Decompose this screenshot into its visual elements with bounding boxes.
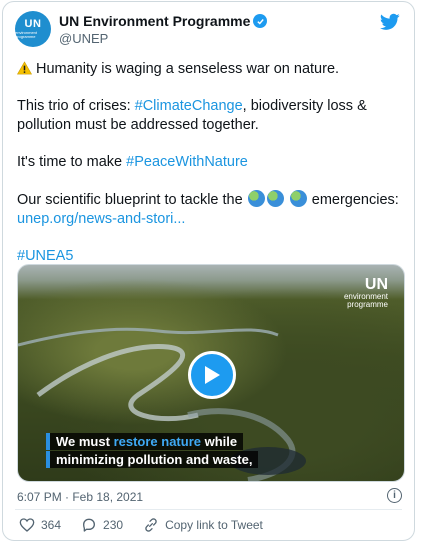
video-caption: We must restore nature while minimizing … [46, 433, 259, 469]
timestamp[interactable]: 6:07 PM · Feb 18, 2021 [17, 490, 143, 504]
caption-1-a: We must [56, 434, 114, 449]
divider [15, 509, 402, 510]
reply-icon [83, 518, 96, 532]
link-icon [145, 518, 157, 532]
globe-africa-icon [266, 190, 284, 207]
account-names: UN Environment Programme @UNEP [59, 13, 268, 46]
copy-link-label: Copy link to Tweet [165, 518, 263, 532]
tweet-card: UN environment programme UN Environment … [2, 1, 415, 541]
video-player[interactable]: UN environment programme We must restore… [17, 264, 405, 482]
avatar[interactable]: UN environment programme [15, 11, 51, 47]
unep-link[interactable]: unep.org/news-and-stori... [17, 211, 185, 227]
avatar-text: UN [24, 18, 42, 30]
reply-button[interactable]: 230 [81, 517, 123, 533]
tweet-line-2-a: This trio of crises: [17, 98, 135, 114]
caption-line-1: We must restore nature while [46, 433, 244, 450]
video-brand-logo: UN environment programme [344, 277, 388, 309]
handle[interactable]: @UNEP [59, 31, 267, 46]
tweet-line-2: This trio of crises: #ClimateChange, bio… [17, 97, 401, 135]
info-icon[interactable]: i [387, 488, 402, 503]
tweet-line-1: Humanity is waging a senseless war on na… [17, 60, 401, 79]
like-count: 364 [41, 518, 62, 532]
tweet-line-3: It's time to make #PeaceWithNature [17, 153, 401, 172]
globe-americas-icon [247, 190, 265, 207]
globe-asia-icon [289, 190, 307, 207]
display-name[interactable]: UN Environment Programme [59, 13, 250, 29]
hashtag-peacewithnature[interactable]: #PeaceWithNature [126, 154, 248, 170]
avatar-subtext: environment programme [15, 30, 38, 39]
action-bar: 364 230 Copy link to Tweet [19, 517, 283, 533]
copy-link-button[interactable]: Copy link to Tweet [143, 517, 263, 533]
tweet-line-3-a: It's time to make [17, 154, 127, 170]
tweet-text: Humanity is waging a senseless war on na… [17, 60, 401, 284]
caption-1-highlight: restore nature [113, 434, 201, 449]
reply-count: 230 [103, 518, 124, 532]
tweet-line-4-b: emergencies: [307, 192, 399, 208]
hashtag-unea5[interactable]: #UNEA5 [17, 248, 73, 264]
hashtag-climatechange[interactable]: #ClimateChange [135, 98, 243, 114]
play-icon [205, 366, 220, 384]
play-button[interactable] [188, 351, 236, 399]
like-button[interactable]: 364 [19, 517, 61, 533]
verified-icon [253, 14, 268, 28]
caption-1-c: while [200, 434, 238, 449]
tweet-line-4-a: Our scientific blueprint to tackle the [17, 192, 247, 208]
tweet-line-4: Our scientific blueprint to tackle the e… [17, 190, 401, 229]
warning-icon [17, 61, 32, 75]
twitter-bird-icon[interactable] [380, 13, 400, 31]
tweet-header: UN environment programme UN Environment … [15, 11, 402, 51]
video-brand-sub2: programme [347, 300, 388, 309]
heart-icon [19, 518, 35, 532]
caption-line-2: minimizing pollution and waste, [46, 451, 259, 468]
display-name-row[interactable]: UN Environment Programme [59, 13, 268, 29]
tweet-line-1-text: Humanity is waging a senseless war on na… [36, 61, 340, 77]
video-brand-title: UN [364, 276, 388, 293]
